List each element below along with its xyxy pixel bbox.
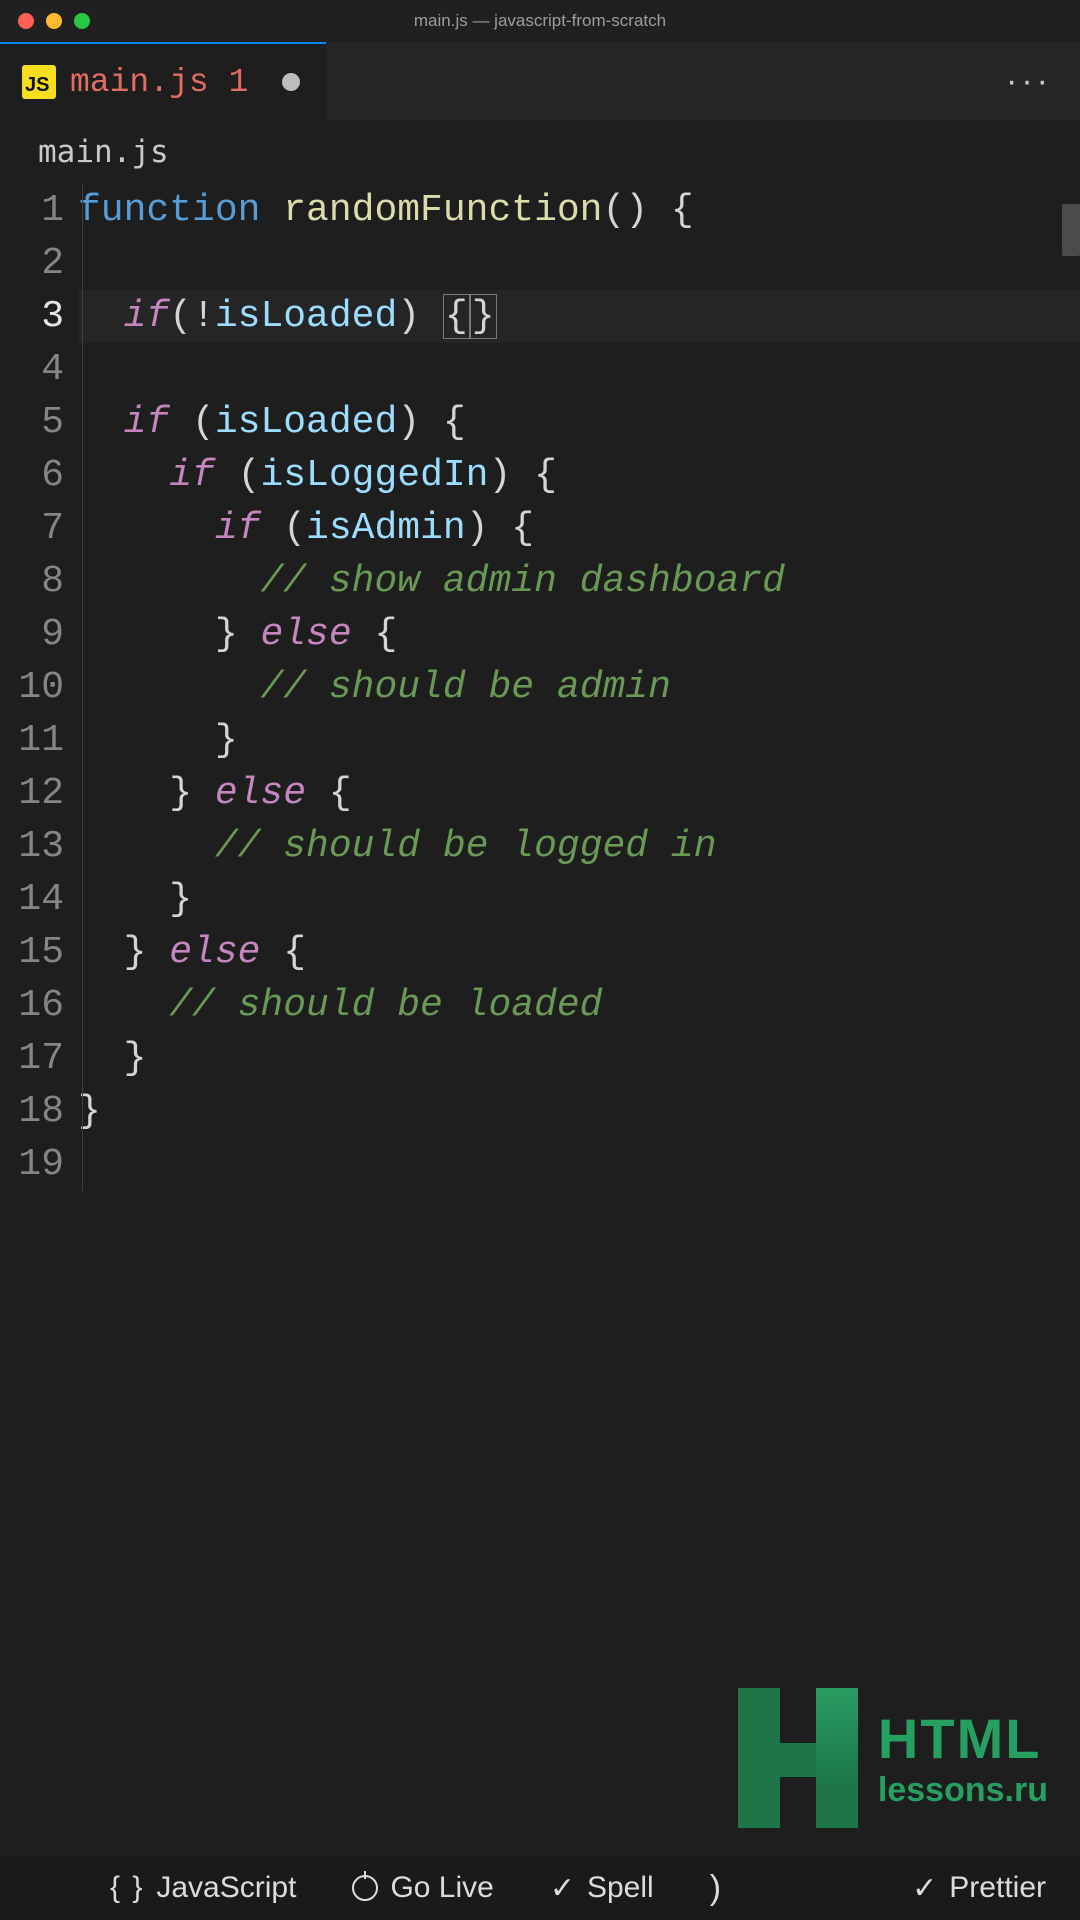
code-line[interactable]: } — [78, 1032, 1080, 1085]
status-unknown[interactable] — [710, 1869, 721, 1908]
tab-main-js[interactable]: JS main.js 1 — [0, 42, 326, 120]
code-line[interactable]: } else { — [78, 767, 1080, 820]
line-number[interactable]: 17 — [0, 1032, 64, 1085]
watermark-line1: HTML — [878, 1706, 1048, 1771]
line-number[interactable]: 9 — [0, 608, 64, 661]
line-number[interactable]: 13 — [0, 820, 64, 873]
code-line[interactable]: function randomFunction() { — [78, 184, 1080, 237]
line-number[interactable]: 15 — [0, 926, 64, 979]
line-number[interactable]: 8 — [0, 555, 64, 608]
line-number[interactable]: 19 — [0, 1138, 64, 1191]
code-line[interactable]: if (isAdmin) { — [78, 502, 1080, 555]
code-line[interactable]: if(!isLoaded) {} — [78, 290, 1080, 343]
check-icon — [912, 1871, 937, 1906]
status-prettier-label: Prettier — [949, 1871, 1046, 1905]
javascript-file-icon: JS — [22, 65, 56, 99]
code-line[interactable]: // should be logged in — [78, 820, 1080, 873]
code-line[interactable] — [78, 237, 1080, 290]
titlebar: main.js — javascript-from-scratch — [0, 0, 1080, 42]
indent-guide — [82, 184, 83, 1191]
code-line[interactable]: // should be admin — [78, 661, 1080, 714]
minimize-window-button[interactable] — [46, 13, 62, 29]
tab-problem-count: 1 — [229, 64, 249, 101]
logo-h-icon — [738, 1688, 858, 1828]
braces-icon — [110, 1871, 144, 1905]
code-line[interactable]: } — [78, 873, 1080, 926]
code-line[interactable] — [78, 1138, 1080, 1191]
code-line[interactable]: } — [78, 1085, 1080, 1138]
code-line[interactable]: if (isLoaded) { — [78, 396, 1080, 449]
line-number[interactable]: 2 — [0, 237, 64, 290]
code-line[interactable]: } — [78, 714, 1080, 767]
line-number[interactable]: 16 — [0, 979, 64, 1032]
window-title: main.js — javascript-from-scratch — [0, 11, 1080, 31]
line-number[interactable]: 11 — [0, 714, 64, 767]
line-number[interactable]: 1 — [0, 184, 64, 237]
watermark-line2: lessons.ru — [878, 1771, 1048, 1810]
broadcast-icon — [352, 1875, 378, 1901]
line-number[interactable]: 14 — [0, 873, 64, 926]
breadcrumb[interactable]: main.js — [0, 120, 1080, 184]
watermark-logo: HTML lessons.ru — [738, 1688, 1048, 1828]
code-editor[interactable]: 12345678910111213141516171819 function r… — [0, 184, 1080, 1191]
line-number[interactable]: 5 — [0, 396, 64, 449]
status-prettier[interactable]: Prettier — [912, 1871, 1046, 1906]
line-number[interactable]: 7 — [0, 502, 64, 555]
code-line[interactable]: // show admin dashboard — [78, 555, 1080, 608]
status-go-live-label: Go Live — [390, 1871, 493, 1905]
scrollbar-thumb[interactable] — [1062, 204, 1080, 256]
breadcrumb-segment: main.js — [38, 134, 169, 170]
paren-icon — [710, 1869, 721, 1908]
more-actions-button[interactable]: ··· — [1006, 62, 1052, 101]
tab-filename: main.js — [70, 64, 209, 101]
code-line[interactable]: } else { — [78, 926, 1080, 979]
zoom-window-button[interactable] — [74, 13, 90, 29]
status-spell-label: Spell — [587, 1871, 654, 1905]
code-line[interactable] — [78, 343, 1080, 396]
window-controls — [0, 13, 90, 29]
line-number[interactable]: 4 — [0, 343, 64, 396]
status-spell[interactable]: Spell — [550, 1871, 654, 1906]
line-number[interactable]: 6 — [0, 449, 64, 502]
code-line[interactable]: // should be loaded — [78, 979, 1080, 1032]
close-window-button[interactable] — [18, 13, 34, 29]
unsaved-indicator-icon — [282, 73, 300, 91]
status-go-live[interactable]: Go Live — [352, 1871, 493, 1905]
line-number[interactable]: 18 — [0, 1085, 64, 1138]
tab-bar: JS main.js 1 ··· — [0, 42, 1080, 120]
check-icon — [550, 1871, 575, 1906]
code-line[interactable]: } else { — [78, 608, 1080, 661]
status-language-label: JavaScript — [156, 1871, 296, 1905]
line-number[interactable]: 3 — [0, 290, 64, 343]
line-number[interactable]: 12 — [0, 767, 64, 820]
line-number-gutter[interactable]: 12345678910111213141516171819 — [0, 184, 78, 1191]
code-line[interactable]: if (isLoggedIn) { — [78, 449, 1080, 502]
line-number[interactable]: 10 — [0, 661, 64, 714]
code-area[interactable]: function randomFunction() { if(!isLoaded… — [78, 184, 1080, 1191]
status-language[interactable]: JavaScript — [110, 1871, 296, 1905]
status-bar: JavaScript Go Live Spell Prettier — [0, 1856, 1080, 1920]
